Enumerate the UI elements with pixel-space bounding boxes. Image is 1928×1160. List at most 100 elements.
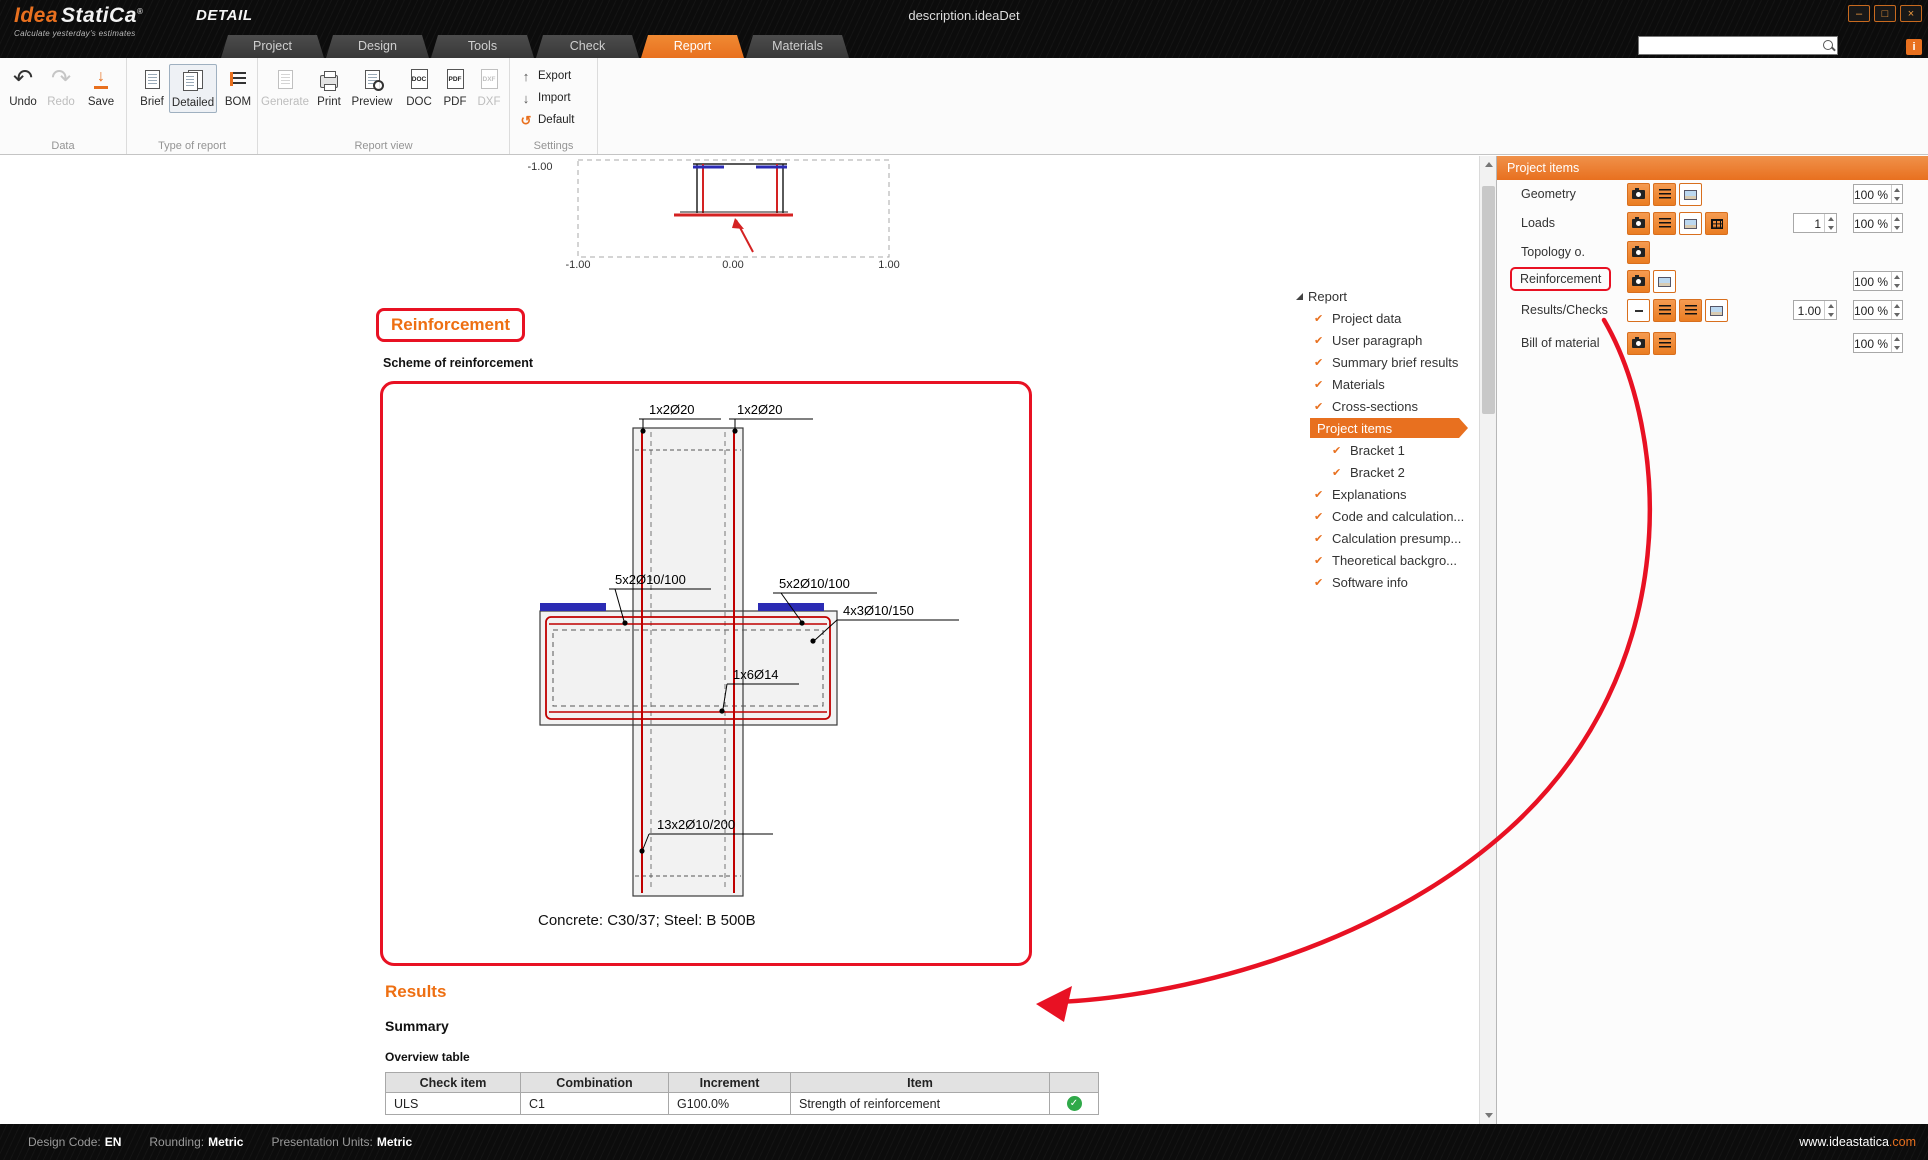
checkmark-icon[interactable]: ✔ — [1314, 400, 1327, 413]
table-header-row: Check item Combination Increment Item — [386, 1073, 1099, 1093]
spinner-down[interactable] — [1825, 223, 1836, 232]
geometry-image-toggle[interactable] — [1679, 183, 1702, 206]
results-scale-spinner[interactable]: 100 % — [1853, 300, 1903, 320]
results-count-spinner[interactable]: 1.00 — [1793, 300, 1837, 320]
tab-design[interactable]: Design — [326, 35, 429, 58]
minimize-button[interactable]: – — [1848, 5, 1870, 22]
checkmark-icon[interactable]: ✔ — [1314, 576, 1327, 589]
reinforcement-image-toggle[interactable] — [1653, 270, 1676, 293]
results-table-toggle[interactable] — [1653, 299, 1676, 322]
loads-grid-toggle[interactable] — [1705, 212, 1728, 235]
spinner-up[interactable] — [1892, 185, 1902, 194]
tree-item-user-paragraph[interactable]: ✔ User paragraph — [1314, 330, 1422, 350]
checkmark-icon[interactable]: ✔ — [1314, 554, 1327, 567]
spinner-down[interactable] — [1892, 343, 1902, 352]
spinner-up[interactable] — [1892, 334, 1902, 343]
spinner-up[interactable] — [1892, 272, 1902, 281]
checkmark-icon[interactable]: ✔ — [1314, 510, 1327, 523]
tree-item-calculation-presumptions[interactable]: ✔ Calculation presump... — [1314, 528, 1461, 548]
results-line-toggle[interactable] — [1627, 299, 1650, 322]
export-dxf-button[interactable]: DXF DXF — [470, 65, 508, 108]
tree-node-report[interactable]: Report — [1296, 286, 1347, 306]
results-image-toggle[interactable] — [1705, 299, 1728, 322]
tree-item-cross-sections[interactable]: ✔ Cross-sections — [1314, 396, 1418, 416]
generate-button[interactable]: Generate — [262, 65, 308, 108]
scroll-down-button[interactable] — [1480, 1107, 1497, 1124]
topology-picture-toggle[interactable] — [1627, 241, 1650, 264]
import-settings-button[interactable]: ↓ Import — [520, 88, 571, 108]
website-link[interactable]: www.ideastatica.com — [1799, 1135, 1916, 1149]
checkmark-icon[interactable]: ✔ — [1332, 444, 1345, 457]
tree-expanded-icon[interactable] — [1296, 293, 1303, 300]
spinner-up[interactable] — [1892, 214, 1902, 223]
checkmark-icon[interactable]: ✔ — [1314, 488, 1327, 501]
checkmark-icon[interactable]: ✔ — [1314, 356, 1327, 369]
tab-tools[interactable]: Tools — [431, 35, 534, 58]
tree-item-summary-brief-results[interactable]: ✔ Summary brief results — [1314, 352, 1458, 372]
loads-picture-toggle[interactable] — [1627, 212, 1650, 235]
tree-item-project-items-selected[interactable]: Project items — [1310, 418, 1468, 438]
search-icon[interactable] — [1821, 38, 1837, 54]
checkmark-icon[interactable]: ✔ — [1314, 532, 1327, 545]
bill-scale-spinner[interactable]: 100 % — [1853, 333, 1903, 353]
scrollbar-thumb[interactable] — [1482, 186, 1495, 414]
tree-item-bracket-1[interactable]: ✔ Bracket 1 — [1332, 440, 1405, 460]
spinner-down[interactable] — [1892, 310, 1902, 319]
help-button[interactable]: i — [1906, 39, 1922, 55]
tab-project[interactable]: Project — [221, 35, 324, 58]
export-doc-button[interactable]: DOC DOC — [400, 65, 438, 108]
loads-image-toggle[interactable] — [1679, 212, 1702, 235]
default-settings-button[interactable]: ↺ Default — [520, 110, 574, 130]
maximize-button[interactable]: □ — [1874, 5, 1896, 22]
axis-label-top: -1.00 — [527, 161, 552, 173]
bom-report-button[interactable]: BOM — [219, 65, 257, 108]
results-summary-toggle[interactable] — [1679, 299, 1702, 322]
tree-item-materials[interactable]: ✔ Materials — [1314, 374, 1385, 394]
geometry-scale-spinner[interactable]: 100 % — [1853, 184, 1903, 204]
spinner-up[interactable] — [1825, 214, 1836, 223]
tree-item-bracket-2[interactable]: ✔ Bracket 2 — [1332, 462, 1405, 482]
tab-materials[interactable]: Materials — [746, 35, 849, 58]
checkmark-icon[interactable]: ✔ — [1314, 312, 1327, 325]
loads-table-toggle[interactable] — [1653, 212, 1676, 235]
tab-check[interactable]: Check — [536, 35, 639, 58]
save-button[interactable]: ↓ Save — [82, 65, 120, 108]
search-input[interactable] — [1639, 38, 1821, 53]
checkmark-icon[interactable]: ✔ — [1332, 466, 1345, 479]
loads-count-spinner[interactable]: 1 — [1793, 213, 1837, 233]
spinner-up[interactable] — [1825, 301, 1836, 310]
loads-scale-spinner[interactable]: 100 % — [1853, 213, 1903, 233]
scroll-up-button[interactable] — [1480, 156, 1497, 173]
checkmark-icon[interactable]: ✔ — [1314, 334, 1327, 347]
bill-table-toggle[interactable] — [1653, 332, 1676, 355]
export-pdf-button[interactable]: PDF PDF — [436, 65, 474, 108]
detailed-report-button[interactable]: Detailed — [169, 64, 217, 113]
spinner-up[interactable] — [1892, 301, 1902, 310]
export-settings-button[interactable]: ↑ Export — [520, 66, 571, 86]
geometry-table-toggle[interactable] — [1653, 183, 1676, 206]
spinner-down[interactable] — [1892, 194, 1902, 203]
tree-item-explanations[interactable]: ✔ Explanations — [1314, 484, 1406, 504]
report-scrollbar[interactable] — [1479, 156, 1496, 1124]
reinforcement-picture-toggle[interactable] — [1627, 270, 1650, 293]
checkmark-icon[interactable]: ✔ — [1314, 378, 1327, 391]
tree-item-theoretical-background[interactable]: ✔ Theoretical backgro... — [1314, 550, 1457, 570]
geometry-picture-toggle[interactable] — [1627, 183, 1650, 206]
search-box — [1638, 36, 1838, 55]
tree-item-code-and-calculation[interactable]: ✔ Code and calculation... — [1314, 506, 1464, 526]
undo-button[interactable]: ↶ Undo — [4, 65, 42, 108]
close-button[interactable]: × — [1900, 5, 1922, 22]
reinforcement-scale-spinner[interactable]: 100 % — [1853, 271, 1903, 291]
tree-item-project-data[interactable]: ✔ Project data — [1314, 308, 1401, 328]
bill-picture-toggle[interactable] — [1627, 332, 1650, 355]
tab-report[interactable]: Report — [641, 35, 744, 58]
tree-item-software-info[interactable]: ✔ Software info — [1314, 572, 1408, 592]
brief-report-button[interactable]: Brief — [133, 65, 171, 108]
print-button[interactable]: Print — [310, 65, 348, 108]
spinner-down[interactable] — [1892, 223, 1902, 232]
dash-icon — [1635, 310, 1643, 312]
spinner-down[interactable] — [1825, 310, 1836, 319]
preview-button[interactable]: Preview — [348, 65, 396, 108]
redo-button[interactable]: ↷ Redo — [42, 65, 80, 108]
spinner-down[interactable] — [1892, 281, 1902, 290]
